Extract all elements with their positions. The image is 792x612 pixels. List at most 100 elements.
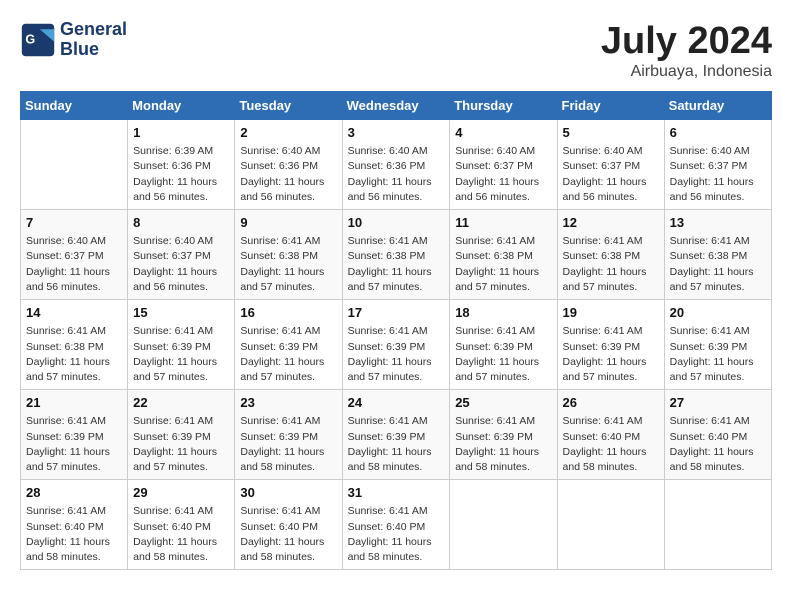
- day-number: 11: [455, 214, 551, 232]
- calendar-cell: 22 Sunrise: 6:41 AM Sunset: 6:39 PM Dayli…: [128, 390, 235, 480]
- day-number: 4: [455, 124, 551, 142]
- calendar-cell: [557, 480, 664, 570]
- calendar-cell: 2Sunrise: 6:40 AM Sunset: 6:36 PM Daylig…: [235, 120, 342, 210]
- day-number: 24: [348, 394, 445, 412]
- calendar-cell: 11 Sunrise: 6:41 AM Sunset: 6:38 PM Dayli…: [450, 210, 557, 300]
- day-content: Sunrise: 6:40 AM Sunset: 6:37 PM Dayligh…: [26, 234, 122, 295]
- col-header-saturday: Saturday: [664, 92, 771, 120]
- calendar-cell: 31 Sunrise: 6:41 AM Sunset: 6:40 PM Dayli…: [342, 480, 450, 570]
- svg-text:G: G: [25, 32, 35, 46]
- day-number: 6: [670, 124, 766, 142]
- day-content: Sunrise: 6:41 AM Sunset: 6:40 PM Dayligh…: [670, 414, 766, 475]
- day-content: Sunrise: 6:41 AM Sunset: 6:39 PM Dayligh…: [563, 324, 659, 385]
- day-number: 9: [240, 214, 336, 232]
- day-content: Sunrise: 6:41 AM Sunset: 6:38 PM Dayligh…: [563, 234, 659, 295]
- day-number: 17: [348, 304, 445, 322]
- day-content: Sunrise: 6:41 AM Sunset: 6:40 PM Dayligh…: [240, 504, 336, 565]
- logo-text: General Blue: [60, 20, 127, 60]
- day-content: Sunrise: 6:41 AM Sunset: 6:39 PM Dayligh…: [455, 324, 551, 385]
- calendar-body: 1 Sunrise: 6:39 AM Sunset: 6:36 PM Daylig…: [21, 120, 772, 570]
- day-number: 10: [348, 214, 445, 232]
- day-content: Sunrise: 6:40 AM Sunset: 6:37 PM Dayligh…: [563, 144, 659, 205]
- week-row-4: 21 Sunrise: 6:41 AM Sunset: 6:39 PM Dayli…: [21, 390, 772, 480]
- calendar-cell: 29 Sunrise: 6:41 AM Sunset: 6:40 PM Dayli…: [128, 480, 235, 570]
- calendar-cell: 16Sunrise: 6:41 AM Sunset: 6:39 PM Dayli…: [235, 300, 342, 390]
- day-number: 22: [133, 394, 229, 412]
- day-content: Sunrise: 6:41 AM Sunset: 6:40 PM Dayligh…: [26, 504, 122, 565]
- calendar-cell: 25 Sunrise: 6:41 AM Sunset: 6:39 PM Dayli…: [450, 390, 557, 480]
- day-number: 15: [133, 304, 229, 322]
- logo-line2: Blue: [60, 40, 127, 60]
- calendar-cell: 24 Sunrise: 6:41 AM Sunset: 6:39 PM Dayli…: [342, 390, 450, 480]
- day-number: 18: [455, 304, 551, 322]
- day-number: 12: [563, 214, 659, 232]
- day-content: Sunrise: 6:41 AM Sunset: 6:39 PM Dayligh…: [133, 414, 229, 475]
- calendar-cell: 6Sunrise: 6:40 AM Sunset: 6:37 PM Daylig…: [664, 120, 771, 210]
- col-header-friday: Friday: [557, 92, 664, 120]
- calendar-cell: 1 Sunrise: 6:39 AM Sunset: 6:36 PM Daylig…: [128, 120, 235, 210]
- calendar-cell: 9 Sunrise: 6:41 AM Sunset: 6:38 PM Daylig…: [235, 210, 342, 300]
- calendar-header: SundayMondayTuesdayWednesdayThursdayFrid…: [21, 92, 772, 120]
- col-header-monday: Monday: [128, 92, 235, 120]
- calendar-cell: 14 Sunrise: 6:41 AM Sunset: 6:38 PM Dayli…: [21, 300, 128, 390]
- day-content: Sunrise: 6:41 AM Sunset: 6:39 PM Dayligh…: [455, 414, 551, 475]
- day-number: 19: [563, 304, 659, 322]
- day-content: Sunrise: 6:41 AM Sunset: 6:38 PM Dayligh…: [455, 234, 551, 295]
- day-number: 14: [26, 304, 122, 322]
- page-title: July 2024: [601, 20, 772, 63]
- day-number: 7: [26, 214, 122, 232]
- col-header-thursday: Thursday: [450, 92, 557, 120]
- col-header-sunday: Sunday: [21, 92, 128, 120]
- day-content: Sunrise: 6:41 AM Sunset: 6:39 PM Dayligh…: [348, 324, 445, 385]
- day-number: 29: [133, 484, 229, 502]
- week-row-5: 28 Sunrise: 6:41 AM Sunset: 6:40 PM Dayli…: [21, 480, 772, 570]
- day-number: 26: [563, 394, 659, 412]
- day-content: Sunrise: 6:39 AM Sunset: 6:36 PM Dayligh…: [133, 144, 229, 205]
- calendar-cell: 23 Sunrise: 6:41 AM Sunset: 6:39 PM Dayli…: [235, 390, 342, 480]
- day-number: 13: [670, 214, 766, 232]
- calendar-cell: 26Sunrise: 6:41 AM Sunset: 6:40 PM Dayli…: [557, 390, 664, 480]
- day-content: Sunrise: 6:41 AM Sunset: 6:40 PM Dayligh…: [348, 504, 445, 565]
- day-content: Sunrise: 6:41 AM Sunset: 6:38 PM Dayligh…: [348, 234, 445, 295]
- day-number: 23: [240, 394, 336, 412]
- col-header-tuesday: Tuesday: [235, 92, 342, 120]
- day-number: 25: [455, 394, 551, 412]
- logo-line1: General: [60, 20, 127, 40]
- day-content: Sunrise: 6:41 AM Sunset: 6:39 PM Dayligh…: [240, 414, 336, 475]
- day-number: 30: [240, 484, 336, 502]
- col-header-wednesday: Wednesday: [342, 92, 450, 120]
- week-row-2: 7 Sunrise: 6:40 AM Sunset: 6:37 PM Daylig…: [21, 210, 772, 300]
- page-subtitle: Airbuaya, Indonesia: [601, 63, 772, 81]
- day-content: Sunrise: 6:41 AM Sunset: 6:39 PM Dayligh…: [26, 414, 122, 475]
- calendar-cell: 3 Sunrise: 6:40 AM Sunset: 6:36 PM Daylig…: [342, 120, 450, 210]
- title-block: July 2024 Airbuaya, Indonesia: [601, 20, 772, 81]
- day-number: 27: [670, 394, 766, 412]
- calendar-cell: 21 Sunrise: 6:41 AM Sunset: 6:39 PM Dayli…: [21, 390, 128, 480]
- logo-icon: G: [20, 22, 56, 58]
- week-row-3: 14 Sunrise: 6:41 AM Sunset: 6:38 PM Dayli…: [21, 300, 772, 390]
- day-content: Sunrise: 6:41 AM Sunset: 6:39 PM Dayligh…: [670, 324, 766, 385]
- calendar-cell: [21, 120, 128, 210]
- day-content: Sunrise: 6:40 AM Sunset: 6:36 PM Dayligh…: [240, 144, 336, 205]
- calendar-cell: 7 Sunrise: 6:40 AM Sunset: 6:37 PM Daylig…: [21, 210, 128, 300]
- calendar-cell: [450, 480, 557, 570]
- day-number: 31: [348, 484, 445, 502]
- day-number: 1: [133, 124, 229, 142]
- header-row: SundayMondayTuesdayWednesdayThursdayFrid…: [21, 92, 772, 120]
- week-row-1: 1 Sunrise: 6:39 AM Sunset: 6:36 PM Daylig…: [21, 120, 772, 210]
- day-number: 5: [563, 124, 659, 142]
- day-content: Sunrise: 6:40 AM Sunset: 6:36 PM Dayligh…: [348, 144, 445, 205]
- calendar-cell: 17 Sunrise: 6:41 AM Sunset: 6:39 PM Dayli…: [342, 300, 450, 390]
- calendar-cell: 8Sunrise: 6:40 AM Sunset: 6:37 PM Daylig…: [128, 210, 235, 300]
- day-content: Sunrise: 6:41 AM Sunset: 6:40 PM Dayligh…: [133, 504, 229, 565]
- logo: G General Blue: [20, 20, 127, 60]
- day-content: Sunrise: 6:41 AM Sunset: 6:39 PM Dayligh…: [348, 414, 445, 475]
- day-number: 28: [26, 484, 122, 502]
- day-content: Sunrise: 6:41 AM Sunset: 6:38 PM Dayligh…: [240, 234, 336, 295]
- day-number: 21: [26, 394, 122, 412]
- day-number: 3: [348, 124, 445, 142]
- day-content: Sunrise: 6:40 AM Sunset: 6:37 PM Dayligh…: [133, 234, 229, 295]
- calendar-cell: 12 Sunrise: 6:41 AM Sunset: 6:38 PM Dayli…: [557, 210, 664, 300]
- day-content: Sunrise: 6:41 AM Sunset: 6:38 PM Dayligh…: [26, 324, 122, 385]
- calendar-cell: 30 Sunrise: 6:41 AM Sunset: 6:40 PM Dayli…: [235, 480, 342, 570]
